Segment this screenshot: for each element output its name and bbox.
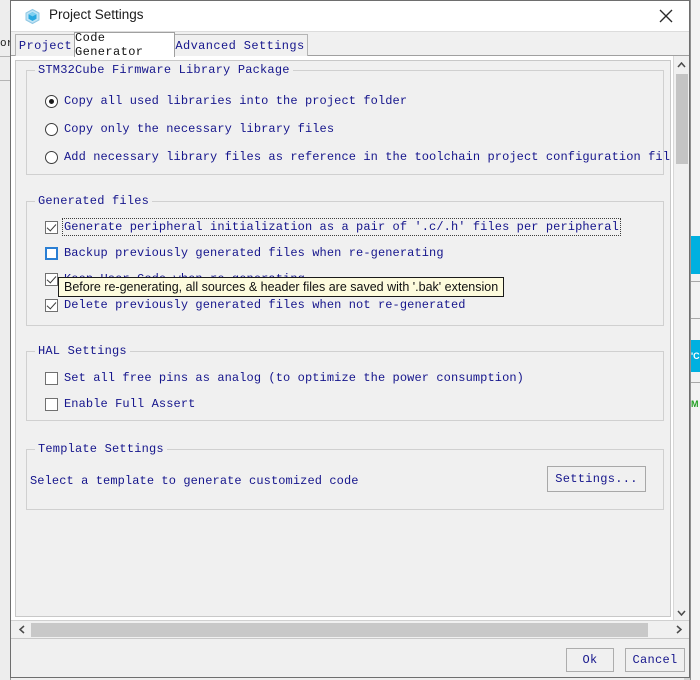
group-firmware-library-package: STM32Cube Firmware Library Package Copy … xyxy=(26,63,670,175)
radio-indicator[interactable] xyxy=(45,122,58,136)
radio-indicator[interactable] xyxy=(45,150,58,164)
checkbox-indicator[interactable] xyxy=(45,397,58,411)
checkbox-label: Delete previously generated files when n… xyxy=(64,298,466,312)
horizontal-scrollbar-thumb[interactable] xyxy=(31,623,648,637)
template-settings-button[interactable]: Settings... xyxy=(547,466,646,492)
dialog-button-bar: Ok Cancel xyxy=(11,638,689,677)
chevron-left-icon[interactable] xyxy=(12,621,31,638)
template-description: Select a template to generate customized… xyxy=(30,474,359,488)
group-template-settings: Template Settings Select a template to g… xyxy=(26,442,664,510)
dialog-titlebar: Project Settings xyxy=(11,1,689,32)
tab-code-generator[interactable]: Code Generator xyxy=(74,31,175,59)
tab-content-pane: STM32Cube Firmware Library Package Copy … xyxy=(11,56,689,624)
background-chip-divider xyxy=(691,382,700,383)
vertical-scrollbar[interactable] xyxy=(673,56,689,623)
checkbox-delete-previously-generated[interactable]: Delete previously generated files when n… xyxy=(45,298,466,312)
checkbox-label: Generate peripheral initialization as a … xyxy=(62,218,621,236)
background-left-divider xyxy=(0,80,10,81)
background-left-divider xyxy=(0,56,10,57)
radio-label: Add necessary library files as reference… xyxy=(64,150,671,164)
radio-add-as-reference[interactable]: Add necessary library files as reference… xyxy=(45,150,671,164)
ok-button[interactable]: Ok xyxy=(566,648,614,672)
checkbox-label: Backup previously generated files when r… xyxy=(64,246,444,260)
cancel-button[interactable]: Cancel xyxy=(625,648,685,672)
close-icon[interactable] xyxy=(643,1,689,31)
cube-icon xyxy=(24,8,41,25)
radio-label: Copy all used libraries into the project… xyxy=(64,94,408,108)
checkbox-indicator[interactable] xyxy=(45,246,58,260)
background-chip-label: M xyxy=(691,400,699,409)
tab-advanced-settings[interactable]: Advanced Settings xyxy=(172,34,308,56)
horizontal-scrollbar[interactable] xyxy=(11,620,689,638)
background-chip xyxy=(691,236,700,274)
background-chip-label: 'C xyxy=(691,352,700,361)
group-title-template: Template Settings xyxy=(35,442,167,456)
checkbox-indicator[interactable] xyxy=(45,220,58,234)
radio-indicator[interactable] xyxy=(45,94,58,108)
group-title-generated-files: Generated files xyxy=(35,194,153,208)
checkbox-indicator[interactable] xyxy=(45,298,58,312)
group-title-firmware: STM32Cube Firmware Library Package xyxy=(35,63,293,77)
background-chip-divider xyxy=(691,318,700,319)
tooltip: Before re-generating, all sources & head… xyxy=(58,277,505,297)
dialog-title: Project Settings xyxy=(49,7,144,22)
checkbox-enable-full-assert[interactable]: Enable Full Assert xyxy=(45,397,195,411)
tab-strip: Project Code Generator Advanced Settings xyxy=(11,31,689,59)
chevron-up-icon[interactable] xyxy=(674,56,689,73)
tab-project[interactable]: Project xyxy=(15,34,76,56)
checkbox-backup-previously-generated[interactable]: Backup previously generated files when r… xyxy=(45,246,444,260)
radio-label: Copy only the necessary library files xyxy=(64,122,335,136)
chevron-down-icon[interactable] xyxy=(674,604,689,621)
checkbox-indicator[interactable] xyxy=(45,272,58,286)
checkbox-label: Set all free pins as analog (to optimize… xyxy=(64,371,524,385)
checkbox-generate-peripheral-init[interactable]: Generate peripheral initialization as a … xyxy=(45,218,621,236)
group-hal-settings: HAL Settings Set all free pins as analog… xyxy=(26,344,664,421)
chevron-right-icon[interactable] xyxy=(669,621,688,638)
checkbox-set-free-pins-analog[interactable]: Set all free pins as analog (to optimize… xyxy=(45,371,524,385)
checkbox-label: Enable Full Assert xyxy=(64,397,196,411)
project-settings-dialog: Project Settings Project Code Generator … xyxy=(10,0,690,678)
group-title-hal: HAL Settings xyxy=(35,344,130,358)
group-generated-files: Generated files Generate peripheral init… xyxy=(26,194,664,326)
settings-scroll-area: STM32Cube Firmware Library Package Copy … xyxy=(15,60,671,617)
background-chip-divider xyxy=(691,281,700,282)
checkbox-indicator[interactable] xyxy=(45,371,58,385)
radio-copy-all-libraries[interactable]: Copy all used libraries into the project… xyxy=(45,94,407,108)
radio-copy-only-necessary[interactable]: Copy only the necessary library files xyxy=(45,122,334,136)
vertical-scrollbar-thumb[interactable] xyxy=(676,74,688,164)
